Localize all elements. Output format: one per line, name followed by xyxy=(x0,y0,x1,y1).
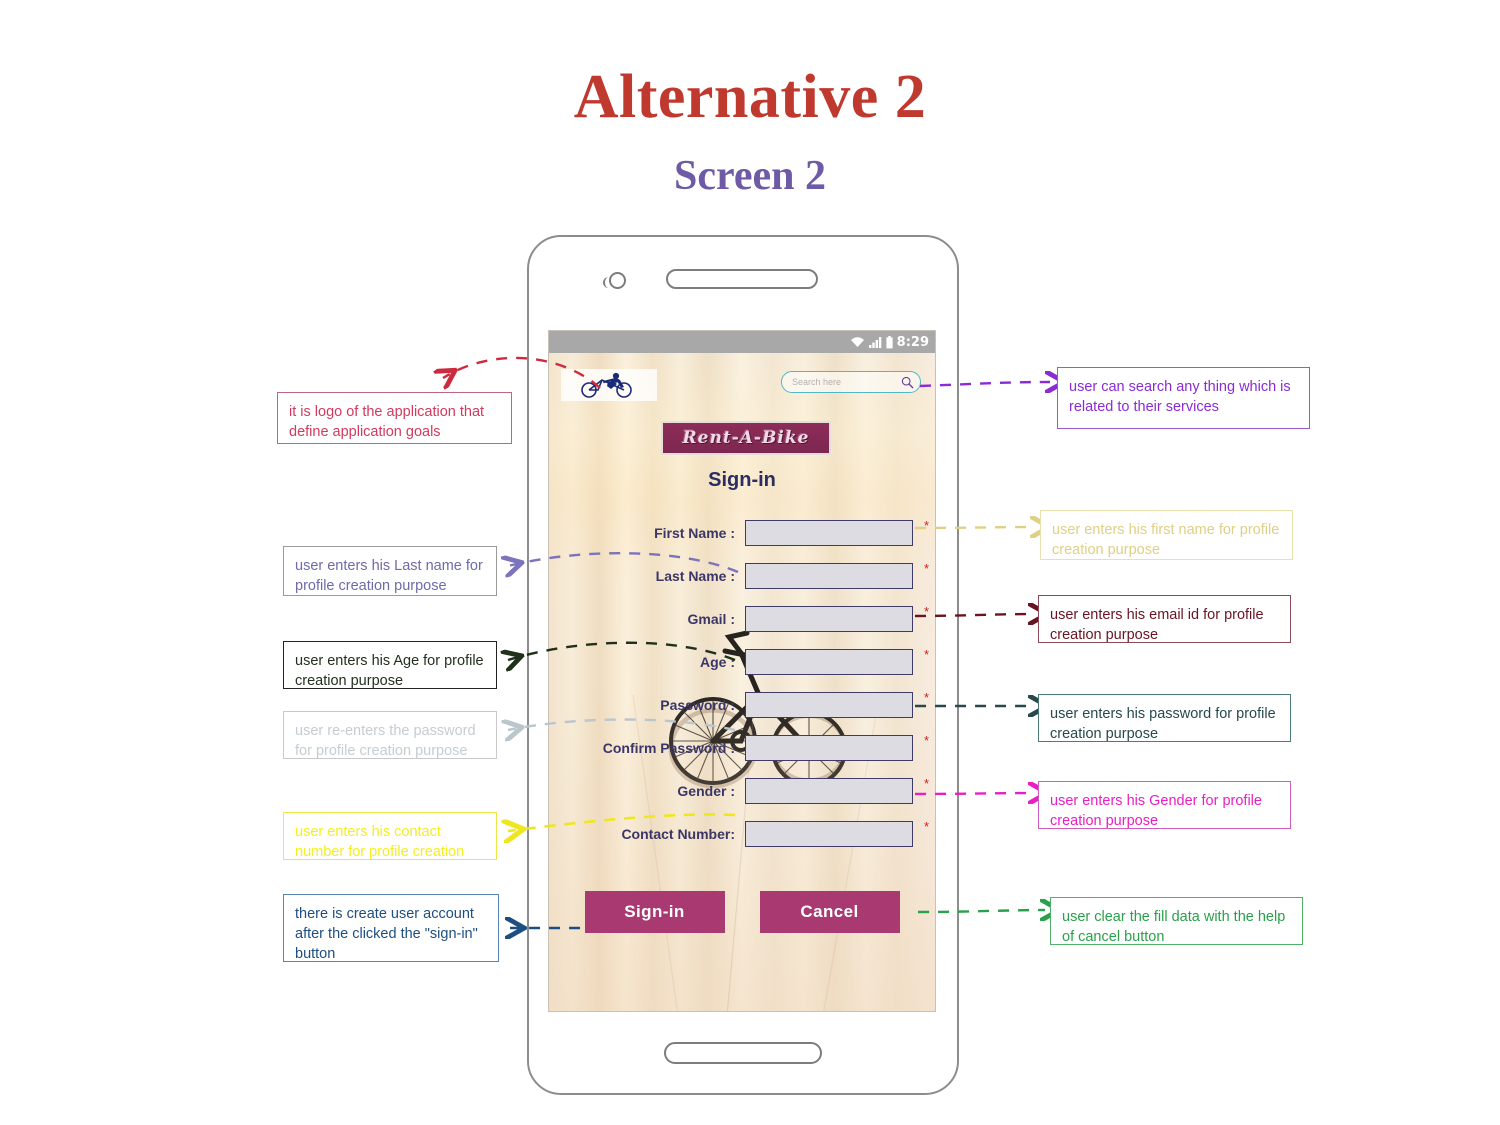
annotation-text: user enters his Last name for profile cr… xyxy=(295,558,483,594)
annotation-text: user enters his Gender for profile creat… xyxy=(1050,793,1262,829)
app-banner: Rent-A-Bike xyxy=(661,421,831,455)
annotation-text: it is logo of the application that defin… xyxy=(289,404,485,440)
form-row-age: Age : * xyxy=(549,640,935,683)
input-gender[interactable] xyxy=(745,777,913,804)
annotation-text: user enters his contact number for profi… xyxy=(295,824,465,860)
form-row-gender: Gender : * xyxy=(549,769,935,812)
required-marker: * xyxy=(923,604,929,619)
annotation-search-note: user can search any thing which is relat… xyxy=(1057,367,1310,429)
app-screen: 8:29 Search here Rent-A-Bike Sign-in Fir… xyxy=(548,330,936,1012)
signal-icon xyxy=(868,337,881,348)
label-last-name: Last Name : xyxy=(655,567,735,584)
search-placeholder: Search here xyxy=(792,377,842,387)
annotation-text: user enters his email id for profile cre… xyxy=(1050,607,1264,643)
input-confirm-password[interactable] xyxy=(745,734,913,761)
annotation-text: user enters his first name for profile c… xyxy=(1052,522,1280,558)
status-bar: 8:29 xyxy=(549,331,935,353)
form-row-password: Password : * xyxy=(549,683,935,726)
label-first-name: First Name : xyxy=(654,524,735,541)
required-marker: * xyxy=(923,561,929,576)
required-marker: * xyxy=(923,690,929,705)
annotation-logo-note: it is logo of the application that defin… xyxy=(277,392,512,444)
input-contact-number[interactable] xyxy=(745,820,913,847)
annotation-email-note: user enters his email id for profile cre… xyxy=(1038,595,1291,643)
annotation-signin-note: there is create user account after the c… xyxy=(283,894,499,962)
earpiece-speaker xyxy=(666,269,818,289)
annotation-text: user can search any thing which is relat… xyxy=(1069,379,1291,415)
input-first-name[interactable] xyxy=(745,519,913,546)
annotation-confirm-password-note: user re-enters the password for profile … xyxy=(283,711,497,759)
label-confirm-password: Confirm Password : xyxy=(602,739,735,756)
input-password[interactable] xyxy=(745,691,913,718)
annotation-text: user clear the fill data with the help o… xyxy=(1062,909,1286,945)
input-last-name[interactable] xyxy=(745,562,913,589)
required-marker: * xyxy=(923,518,929,533)
required-marker: * xyxy=(923,819,929,834)
bicycle-logo-icon xyxy=(581,372,632,398)
annotation-contact-note: user enters his contact number for profi… xyxy=(283,812,497,860)
battery-icon xyxy=(886,335,893,348)
cancel-button[interactable]: Cancel xyxy=(759,891,900,933)
annotation-text: user enters his Age for profile creation… xyxy=(295,653,484,689)
annotation-gender-note: user enters his Gender for profile creat… xyxy=(1038,781,1291,829)
annotation-lastname-note: user enters his Last name for profile cr… xyxy=(283,546,497,596)
signin-form: First Name : * Last Name : * Gmail : * A… xyxy=(549,511,935,855)
phone-frame: 8:29 Search here Rent-A-Bike Sign-in Fir… xyxy=(527,235,959,1095)
home-button[interactable] xyxy=(664,1042,822,1064)
search-input[interactable]: Search here xyxy=(781,371,921,393)
annotation-text: user re-enters the password for profile … xyxy=(295,723,476,759)
annotation-firstname-note: user enters his first name for profile c… xyxy=(1040,510,1293,560)
front-camera-icon xyxy=(603,272,626,289)
search-icon[interactable] xyxy=(901,376,914,389)
label-gender: Gender : xyxy=(677,782,735,799)
annotation-age-note: user enters his Age for profile creation… xyxy=(283,641,497,689)
form-row-first-name: First Name : * xyxy=(549,511,935,554)
label-gmail: Gmail : xyxy=(687,610,735,627)
label-password: Password : xyxy=(660,696,735,713)
annotation-password-note: user enters his password for profile cre… xyxy=(1038,694,1291,742)
label-contact-number: Contact Number: xyxy=(621,825,735,842)
form-row-gmail: Gmail : * xyxy=(549,597,935,640)
input-age[interactable] xyxy=(745,648,913,675)
annotation-text: there is create user account after the c… xyxy=(295,906,478,962)
page-subtitle: Screen 2 xyxy=(673,153,827,199)
sign-in-button[interactable]: Sign-in xyxy=(584,891,725,933)
form-actions: Sign-in Cancel xyxy=(549,891,935,933)
required-marker: * xyxy=(923,647,929,662)
form-row-last-name: Last Name : * xyxy=(549,554,935,597)
form-row-confirm-password: Confirm Password : * xyxy=(549,726,935,769)
banner-title: Rent-A-Bike xyxy=(682,428,810,448)
input-gmail[interactable] xyxy=(745,605,913,632)
wifi-icon xyxy=(850,337,864,347)
label-age: Age : xyxy=(700,653,735,670)
required-marker: * xyxy=(923,776,929,791)
app-logo[interactable] xyxy=(561,369,657,401)
page-title: Alternative 2 xyxy=(573,63,927,131)
mockup-canvas: Alternative 2 Screen 2 8:29 Search here … xyxy=(0,0,1500,1125)
required-marker: * xyxy=(923,733,929,748)
screen-title: Sign-in xyxy=(708,469,776,491)
status-bar-time: 8:29 xyxy=(896,334,929,350)
form-row-contact-number: Contact Number: * xyxy=(549,812,935,855)
annotation-text: user enters his password for profile cre… xyxy=(1050,706,1276,742)
annotation-cancel-note: user clear the fill data with the help o… xyxy=(1050,897,1303,945)
